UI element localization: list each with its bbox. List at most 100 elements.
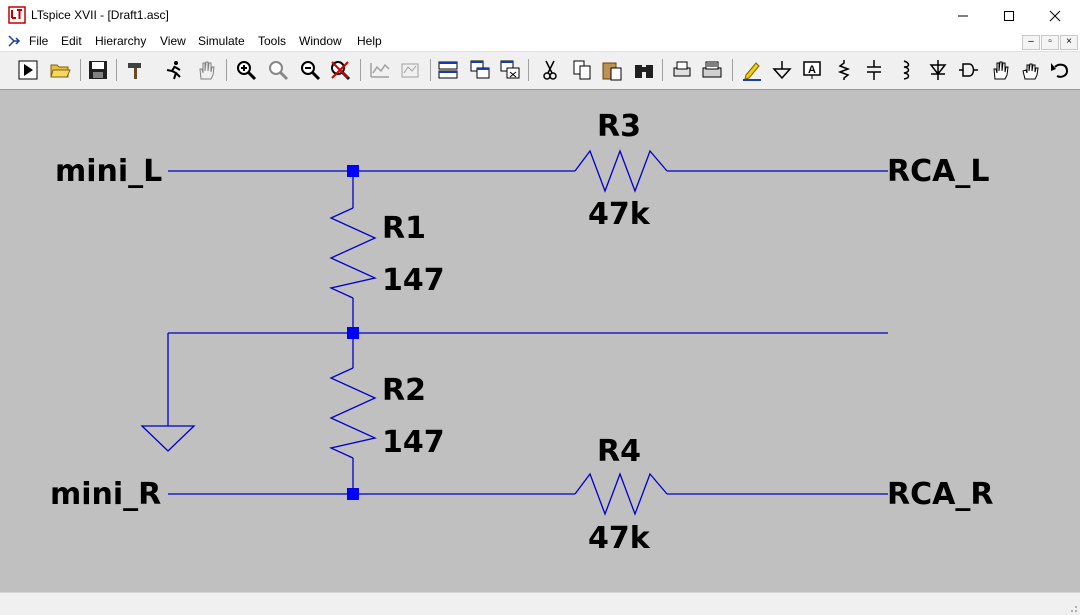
draw-wire-pencil-icon xyxy=(743,62,761,81)
resistor-r3[interactable] xyxy=(574,149,668,193)
maximize-button[interactable] xyxy=(986,0,1032,31)
drag-button[interactable] xyxy=(1018,58,1042,82)
cascade-windows-icon xyxy=(470,60,490,79)
halt-running-man-icon xyxy=(166,61,181,80)
autorange-button[interactable] xyxy=(368,58,392,82)
r1-ref-label[interactable]: R1 xyxy=(382,214,426,244)
diode-button[interactable] xyxy=(926,58,950,82)
r1-value-label[interactable]: 147 xyxy=(382,266,445,296)
pan-button[interactable] xyxy=(194,58,218,82)
menu-tools[interactable]: Tools xyxy=(258,34,286,48)
net-label-mini-r[interactable]: mini_R xyxy=(50,480,161,510)
maximize-icon xyxy=(1004,10,1014,21)
label-net-button[interactable]: A xyxy=(800,58,824,82)
menu-view[interactable]: View xyxy=(160,34,186,48)
waveform-icon xyxy=(401,63,419,78)
open-button[interactable] xyxy=(48,58,72,82)
schematic-canvas[interactable]: mini_L RCA_L mini_R RCA_R R3 47k R1 147 … xyxy=(0,89,1080,593)
resistor-button[interactable] xyxy=(832,58,856,82)
save-button[interactable] xyxy=(86,58,110,82)
run-icon xyxy=(18,60,38,80)
resistor-r1[interactable] xyxy=(328,207,378,299)
copy-button[interactable] xyxy=(570,58,594,82)
find-binoculars-icon xyxy=(635,65,653,78)
undo-icon xyxy=(1051,63,1069,78)
resistor-r2[interactable] xyxy=(328,367,378,459)
mdi-close-icon: × xyxy=(1066,36,1072,47)
mdi-minimize-icon: – xyxy=(1028,36,1034,47)
zoom-in-button[interactable] xyxy=(234,58,258,82)
window-title: LTspice XVII - [Draft1.asc] xyxy=(31,8,169,22)
inductor-button[interactable] xyxy=(894,58,918,82)
mdi-minimize-button[interactable]: – xyxy=(1022,35,1040,50)
close-button[interactable] xyxy=(1032,0,1078,31)
menu-simulate[interactable]: Simulate xyxy=(198,34,245,48)
waveform-button[interactable] xyxy=(398,58,422,82)
document-system-menu-icon[interactable] xyxy=(6,33,22,49)
r4-value-label[interactable]: 47k xyxy=(588,524,650,554)
diode-icon xyxy=(929,60,947,80)
close-windows-button[interactable] xyxy=(498,58,522,82)
inductor-icon xyxy=(903,60,910,80)
tile-windows-button[interactable] xyxy=(436,58,460,82)
close-windows-icon xyxy=(500,60,520,79)
move-hand-icon xyxy=(993,61,1009,80)
ground-icon[interactable] xyxy=(140,425,196,452)
menu-file[interactable]: File xyxy=(29,34,48,48)
resistor-r4[interactable] xyxy=(574,472,668,516)
net-label-rca-l[interactable]: RCA_L xyxy=(887,157,989,187)
paste-button[interactable] xyxy=(600,58,624,82)
halt-button[interactable] xyxy=(162,58,186,82)
tile-windows-icon xyxy=(438,61,458,79)
zoom-out-button[interactable] xyxy=(298,58,322,82)
capacitor-button[interactable] xyxy=(862,58,886,82)
draw-wire-button[interactable] xyxy=(740,58,764,82)
paste-icon xyxy=(602,62,622,81)
zoom-area-button[interactable] xyxy=(266,58,290,82)
r3-value-label[interactable]: 47k xyxy=(588,200,650,230)
r4-ref-label[interactable]: R4 xyxy=(597,437,641,467)
title-bar: LTspice XVII - [Draft1.asc] xyxy=(0,0,1080,31)
run-button[interactable] xyxy=(16,58,40,82)
net-label-rca-r[interactable]: RCA_R xyxy=(887,480,993,510)
zoom-in-icon xyxy=(237,61,257,81)
resize-grip-icon[interactable] xyxy=(1066,601,1078,613)
find-button[interactable] xyxy=(632,58,656,82)
save-icon xyxy=(89,61,107,79)
control-panel-hammer-icon xyxy=(128,63,141,79)
r3-ref-label[interactable]: R3 xyxy=(597,112,641,142)
mdi-restore-icon: ▫ xyxy=(1048,36,1052,47)
zoom-area-icon xyxy=(269,61,289,81)
ltspice-logo-icon xyxy=(8,6,26,24)
menu-window[interactable]: Window xyxy=(299,34,342,48)
undo-button[interactable] xyxy=(1048,58,1072,82)
copy-icon xyxy=(573,60,591,80)
open-icon xyxy=(50,64,71,78)
move-button[interactable] xyxy=(988,58,1012,82)
print-preview-button[interactable] xyxy=(670,58,694,82)
cascade-windows-button[interactable] xyxy=(468,58,492,82)
print-button[interactable] xyxy=(700,58,724,82)
junction-middle xyxy=(347,327,359,339)
label-net-icon: A xyxy=(803,61,821,79)
junction-top xyxy=(347,165,359,177)
menu-hierarchy[interactable]: Hierarchy xyxy=(95,34,146,48)
component-icon xyxy=(959,63,978,77)
menu-edit[interactable]: Edit xyxy=(61,34,82,48)
menu-help[interactable]: Help xyxy=(357,34,382,48)
mdi-restore-button[interactable]: ▫ xyxy=(1041,35,1059,50)
r2-value-label[interactable]: 147 xyxy=(382,428,445,458)
cut-button[interactable] xyxy=(538,58,562,82)
ground-icon xyxy=(772,61,792,80)
ground-button[interactable] xyxy=(770,58,794,82)
minimize-icon xyxy=(958,15,968,16)
control-panel-button[interactable] xyxy=(124,58,148,82)
mdi-close-button[interactable]: × xyxy=(1060,35,1078,50)
r2-ref-label[interactable]: R2 xyxy=(382,376,426,406)
minimize-button[interactable] xyxy=(940,0,986,31)
component-button[interactable] xyxy=(956,58,980,82)
zoom-cancel-button[interactable] xyxy=(328,58,352,82)
junction-bottom xyxy=(347,488,359,500)
drag-hand-icon xyxy=(1022,63,1039,80)
net-label-mini-l[interactable]: mini_L xyxy=(55,157,162,187)
